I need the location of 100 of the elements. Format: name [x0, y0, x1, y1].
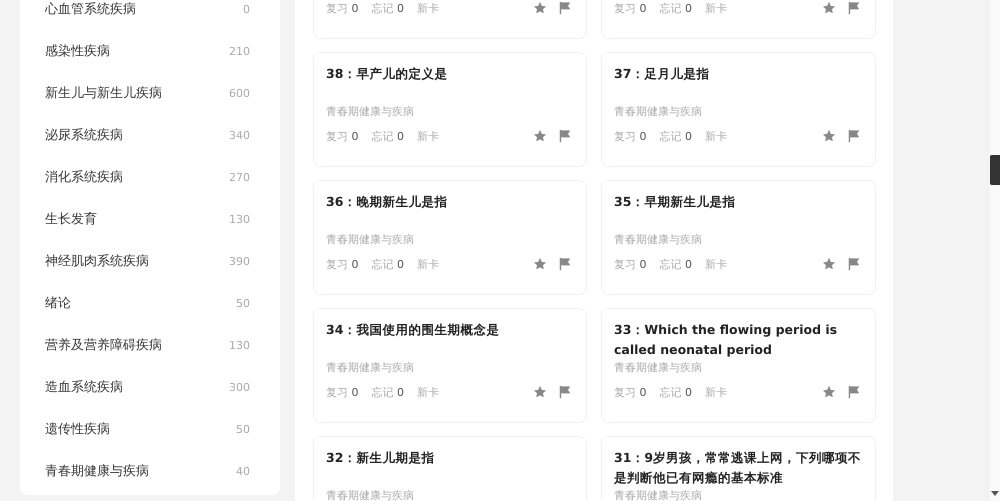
stat-text: 新卡 [705, 384, 727, 400]
category-count: 0 [243, 2, 250, 16]
stat-text: 新卡 [705, 128, 727, 144]
stat-text: 忘记 0 [660, 0, 692, 16]
question-card[interactable]: 35：早期新生儿是指 青春期健康与疾病 复习 0 忘记 0 新卡 [601, 180, 876, 295]
question-category: 青春期健康与疾病 [326, 232, 415, 248]
category-item[interactable]: 营养及营养障碍疾病 130 [20, 324, 280, 366]
category-name: 生长发育 [45, 210, 97, 228]
category-count: 340 [229, 128, 250, 142]
category-count: 270 [229, 170, 250, 184]
flag-icon[interactable] [847, 385, 861, 399]
question-card[interactable]: 37：足月儿是指 青春期健康与疾病 复习 0 忘记 0 新卡 [601, 52, 876, 167]
scroll-down-icon[interactable] [991, 491, 999, 496]
category-name: 遗传性疾病 [45, 421, 110, 438]
category-name: 青春期健康与疾病 [45, 463, 149, 480]
stat-text: 新卡 [417, 256, 439, 272]
star-icon[interactable] [533, 257, 547, 271]
stat-text: 新卡 [705, 256, 727, 272]
category-item[interactable]: 神经肌肉系统疾病 390 [20, 240, 280, 282]
flag-icon[interactable] [558, 129, 572, 143]
category-count: 130 [229, 338, 250, 352]
category-item[interactable]: 生长发育 130 [20, 198, 280, 240]
flag-icon[interactable] [847, 129, 861, 143]
question-category: 青春期健康与疾病 [326, 360, 415, 376]
category-item[interactable]: 新生儿与新生儿疾病 600 [20, 72, 280, 114]
category-count: 600 [229, 86, 250, 100]
question-title: 37：足月儿是指 [614, 65, 710, 83]
flag-icon[interactable] [558, 1, 572, 15]
flag-icon[interactable] [558, 257, 572, 271]
question-card[interactable]: 复习 0 忘记 0 新卡 [601, 0, 876, 39]
stat-text: 新卡 [417, 128, 439, 144]
question-category: 青春期健康与疾病 [326, 488, 415, 501]
star-icon[interactable] [822, 1, 836, 15]
question-title: 38：早产儿的定义是 [326, 65, 448, 83]
category-count: 300 [229, 380, 250, 394]
category-name: 心血管系统疾病 [45, 1, 136, 18]
category-name: 神经肌肉系统疾病 [45, 253, 149, 270]
question-card[interactable]: 33：Which the flowing period is called neonatal period 青春期健康与疾病 复习 0 忘记 0 新卡 [601, 308, 876, 423]
question-title: 36：晚期新生儿是指 [326, 193, 448, 211]
category-item[interactable]: 青春期健康与疾病 40 [20, 450, 280, 492]
question-title: 34：我国使用的围生期概念是 [326, 321, 500, 339]
category-item[interactable]: 感染性疾病 210 [20, 30, 280, 72]
star-icon[interactable] [822, 385, 836, 399]
stat-text: 忘记 0 [372, 384, 404, 400]
category-name: 营养及营养障碍疾病 [45, 337, 162, 354]
stat-text: 复习 0 [614, 384, 646, 400]
question-card[interactable]: 38：早产儿的定义是 青春期健康与疾病 复习 0 忘记 0 新卡 [313, 52, 587, 167]
category-name: 消化系统疾病 [45, 169, 123, 186]
category-name: 泌尿系统疾病 [45, 127, 123, 144]
question-title: 32：新生儿期是指 [326, 449, 436, 467]
category-item[interactable]: 造血系统疾病 300 [20, 366, 280, 408]
category-count: 210 [229, 44, 250, 58]
stat-text: 忘记 0 [660, 128, 692, 144]
stat-text: 忘记 0 [372, 128, 404, 144]
category-name: 造血系统疾病 [45, 379, 123, 396]
category-item[interactable]: 绪论 50 [20, 282, 280, 324]
question-title: 33：Which the flowing period is called neonatal period [614, 321, 838, 359]
star-icon[interactable] [822, 257, 836, 271]
stat-text: 忘记 0 [660, 256, 692, 272]
question-card[interactable]: 31：9岁男孩，常常逃课上网，下列哪项不是判断他已有网瘾的基本标准 青春期健康与疾病 [601, 436, 876, 501]
question-category: 青春期健康与疾病 [614, 104, 703, 120]
flag-icon[interactable] [558, 385, 572, 399]
stat-text: 复习 0 [326, 128, 358, 144]
category-count: 130 [229, 212, 250, 226]
question-card[interactable]: 复习 0 忘记 0 新卡 [313, 0, 587, 39]
stat-text: 复习 0 [326, 256, 358, 272]
question-card[interactable]: 36：晚期新生儿是指 青春期健康与疾病 复习 0 忘记 0 新卡 [313, 180, 587, 295]
question-card[interactable]: 32：新生儿期是指 青春期健康与疾病 [313, 436, 587, 501]
category-item[interactable]: 心血管系统疾病 0 [20, 0, 280, 30]
star-icon[interactable] [533, 1, 547, 15]
question-category: 青春期健康与疾病 [326, 104, 415, 120]
flag-icon[interactable] [847, 1, 861, 15]
flag-icon[interactable] [847, 257, 861, 271]
stat-text: 复习 0 [614, 0, 646, 16]
question-category: 青春期健康与疾病 [614, 360, 703, 376]
category-name: 新生儿与新生儿疾病 [45, 85, 162, 102]
stat-text: 复习 0 [614, 128, 646, 144]
star-icon[interactable] [533, 129, 547, 143]
question-card[interactable]: 34：我国使用的围生期概念是 青春期健康与疾病 复习 0 忘记 0 新卡 [313, 308, 587, 423]
stat-text: 忘记 0 [372, 256, 404, 272]
stat-text: 新卡 [705, 0, 727, 16]
question-title: 35：早期新生儿是指 [614, 193, 736, 211]
category-item[interactable]: 遗传性疾病 50 [20, 408, 280, 450]
stat-text: 忘记 0 [372, 0, 404, 16]
stat-text: 复习 0 [614, 256, 646, 272]
category-name: 感染性疾病 [45, 43, 110, 60]
category-item[interactable]: 消化系统疾病 270 [20, 156, 280, 198]
category-count: 40 [236, 464, 250, 478]
stat-text: 复习 0 [326, 384, 358, 400]
question-category: 青春期健康与疾病 [614, 232, 703, 248]
stat-text: 新卡 [417, 384, 439, 400]
category-count: 50 [236, 296, 250, 310]
question-title: 31：9岁男孩，常常逃课上网，下列哪项不是判断他已有网瘾的基本标准 [614, 449, 862, 487]
stat-text: 新卡 [417, 0, 439, 16]
star-icon[interactable] [533, 385, 547, 399]
stat-text: 忘记 0 [660, 384, 692, 400]
star-icon[interactable] [822, 129, 836, 143]
category-name: 绪论 [45, 295, 71, 312]
category-item[interactable]: 泌尿系统疾病 340 [20, 114, 280, 156]
question-category: 青春期健康与疾病 [614, 488, 703, 501]
